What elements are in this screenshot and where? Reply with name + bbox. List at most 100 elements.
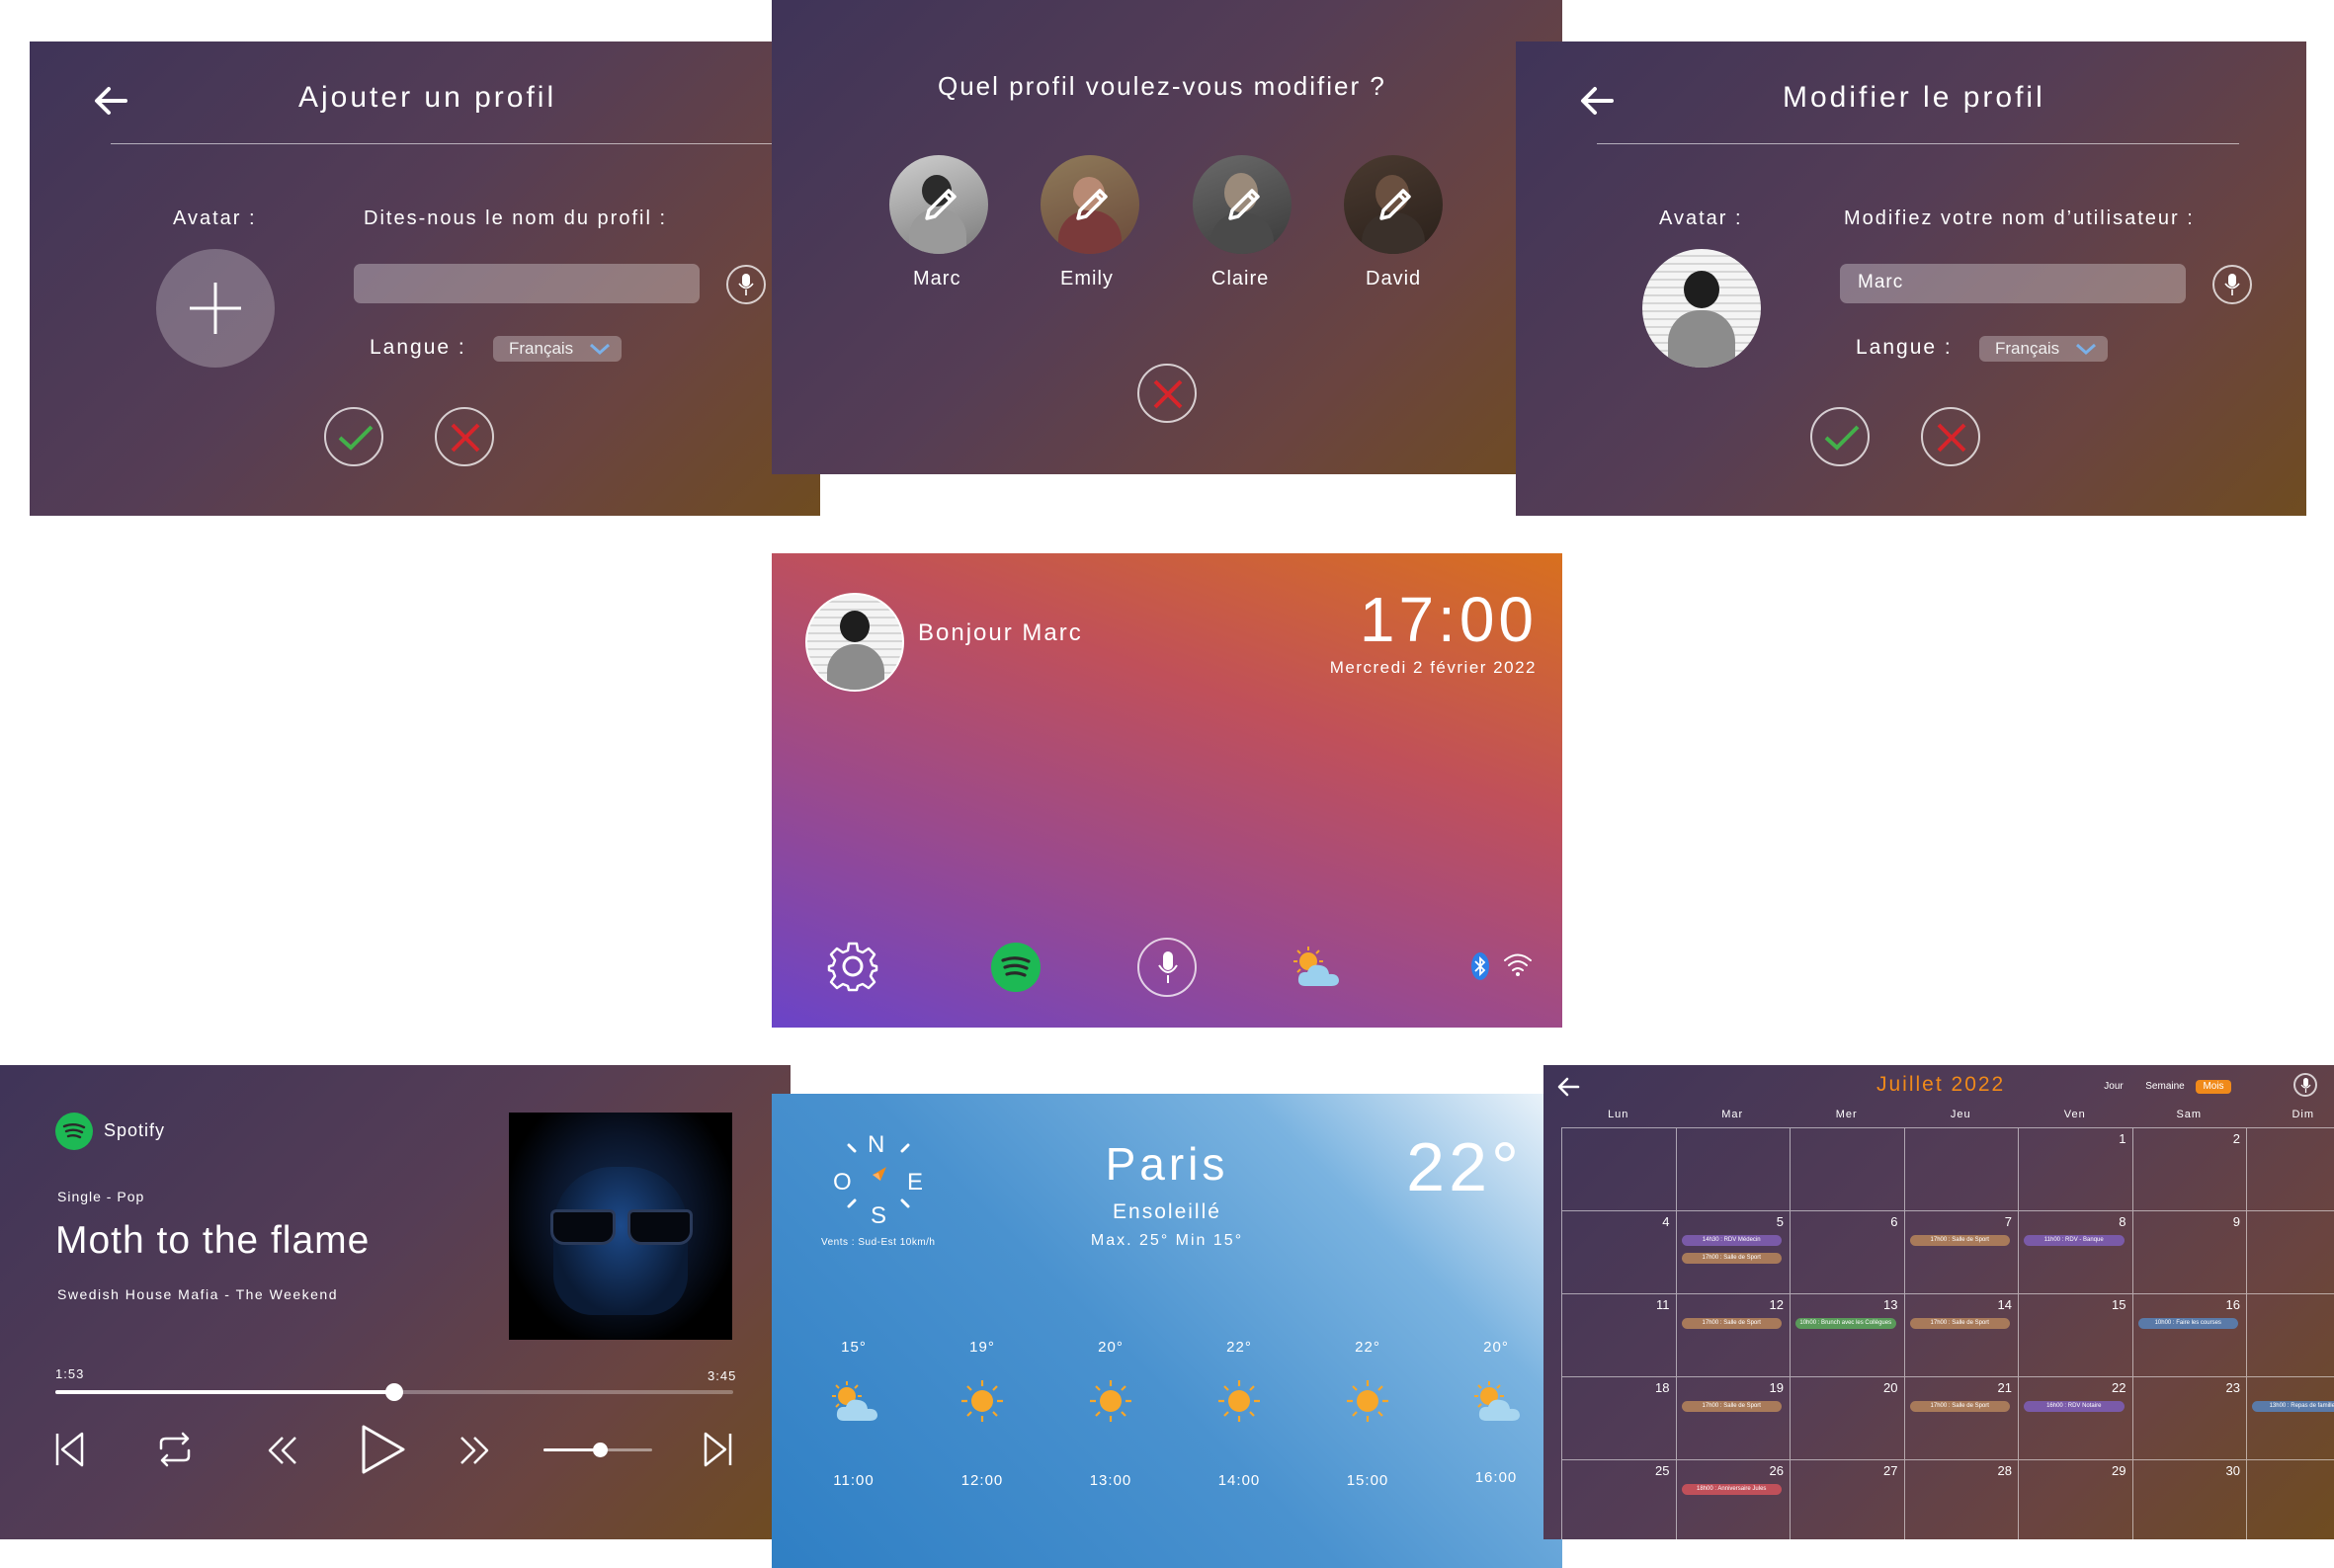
microphone-button[interactable] [2293,1073,2317,1097]
calendar-day[interactable]: 27 [1790,1459,1904,1539]
calendar-day[interactable]: 21 [1903,1376,2018,1459]
calendar-event[interactable]: 17h00 : Salle de Sport [1681,1318,1782,1329]
calendar-event[interactable]: 17h00 : Salle de Sport [1681,1401,1782,1412]
calendar-day[interactable]: 30 [2131,1459,2246,1539]
language-value: Français [509,339,574,358]
forecast-icon [938,1378,1027,1428]
play-icon[interactable] [361,1424,406,1475]
calendar-day[interactable]: 16 [2131,1293,2246,1376]
calendar-event[interactable]: 11h00 : RDV - Banque [2024,1235,2125,1246]
sun-icon [1090,1380,1131,1422]
avatar[interactable] [805,593,904,692]
repeat-icon[interactable] [156,1432,194,1467]
view-tab-semaine[interactable]: Semaine [2139,1080,2191,1094]
calendar-day[interactable]: 22 [2018,1376,2132,1459]
calendar-event[interactable]: 18h00 : Anniversaire Jules [1681,1484,1782,1495]
calendar-day[interactable]: 24 [2246,1376,2334,1459]
calendar-day[interactable]: 28 [1903,1459,2018,1539]
sun-cloud-icon [1474,1381,1520,1421]
calendar-event[interactable]: 17h00 : Salle de Sport [1681,1253,1782,1264]
calendar-day[interactable] [1561,1127,1676,1210]
calendar-event[interactable]: 10h00 : Brunch avec les Collègues [1795,1318,1896,1329]
calendar-day[interactable]: 19 [1675,1376,1790,1459]
calendar-day[interactable]: 12 [1675,1293,1790,1376]
profile-david[interactable]: David [1342,155,1445,293]
calendar-day[interactable]: 9 [2131,1210,2246,1293]
volume-handle[interactable] [593,1443,609,1457]
calendar-day[interactable]: 10 [2246,1210,2334,1293]
divider [111,143,783,144]
calendar-day[interactable]: 17 [2246,1293,2334,1376]
calendar-day[interactable] [1675,1127,1790,1210]
confirm-button[interactable] [324,407,383,466]
calendar-day[interactable]: 15 [2018,1293,2132,1376]
progress-handle[interactable] [385,1383,403,1401]
back-arrow-icon[interactable] [94,86,127,116]
confirm-button[interactable] [1810,407,1870,466]
profile-marc[interactable]: Marc [887,155,990,293]
spotify-button[interactable] [991,943,1041,992]
cancel-button[interactable] [435,407,494,466]
calendar-day[interactable]: 4 [1561,1210,1676,1293]
calendar-day[interactable]: 20 [1790,1376,1904,1459]
cancel-button[interactable] [1921,407,1980,466]
calendar-day[interactable]: 1 [2018,1127,2132,1210]
back-arrow-icon[interactable] [1557,1077,1580,1097]
day-number: 14 [1997,1297,2012,1312]
language-dropdown[interactable]: Français [493,336,622,362]
add-avatar-button[interactable] [156,249,275,368]
rewind-icon[interactable] [267,1436,298,1465]
calendar-day[interactable]: 18 [1561,1376,1676,1459]
calendar-day[interactable] [1790,1127,1904,1210]
calendar-title: Juillet 2022 [1876,1073,2006,1096]
progress-track[interactable] [55,1383,733,1401]
spotify-icon [1001,956,1031,977]
calendar-event[interactable]: 16h00 : RDV Notaire [2024,1401,2125,1412]
wifi-icon[interactable] [1503,952,1533,976]
microphone-button[interactable] [726,265,766,304]
microphone-button[interactable] [2212,265,2252,304]
calendar-day[interactable]: 14 [1903,1293,2018,1376]
weather-sun-cloud-icon[interactable] [1292,947,1343,988]
calendar-day[interactable]: 11 [1561,1293,1676,1376]
calendar-day[interactable] [1903,1127,2018,1210]
day-number: 25 [1655,1463,1670,1478]
calendar-event[interactable]: 17h00 : Salle de Sport [1909,1318,2010,1329]
calendar-day[interactable]: 26 [1675,1459,1790,1539]
calendar-event[interactable]: 10h00 : Faire les courses [2137,1318,2238,1329]
cancel-button[interactable] [1137,364,1197,423]
back-arrow-icon[interactable] [1580,86,1614,116]
profile-emily[interactable]: Emily [1039,155,1141,293]
calendar-day[interactable]: 23 [2131,1376,2246,1459]
name-input[interactable] [354,264,700,303]
language-dropdown[interactable]: Français [1979,336,2108,362]
calendar-day[interactable]: 29 [2018,1459,2132,1539]
voice-assistant-button[interactable] [1137,938,1197,997]
calendar-event[interactable]: 17h00 : Salle de Sport [1909,1401,2010,1412]
calendar-event[interactable]: 13h00 : Repas de famille [2252,1401,2334,1412]
calendar-day[interactable]: 6 [1790,1210,1904,1293]
volume-slider[interactable] [543,1443,652,1457]
calendar-day[interactable]: 2 [2131,1127,2246,1210]
previous-track-icon[interactable] [54,1432,84,1467]
calendar-day[interactable]: 31 [2246,1459,2334,1539]
calendar-day[interactable]: 5 [1675,1210,1790,1293]
settings-gear-icon[interactable] [827,941,878,992]
next-track-icon[interactable] [704,1432,733,1467]
view-tab-jour[interactable]: Jour [2099,1080,2128,1094]
fast-forward-icon[interactable] [458,1436,490,1465]
calendar-day[interactable]: 13 [1790,1293,1904,1376]
name-input[interactable]: Marc [1840,264,2186,303]
calendar-day[interactable]: 3 [2246,1127,2334,1210]
calendar-event[interactable]: 17h00 : Salle de Sport [1909,1235,2010,1246]
bluetooth-icon[interactable] [1471,952,1489,980]
select-profile-panel: Quel profil voulez-vous modifier ? Marc … [772,0,1562,474]
profile-claire[interactable]: Claire [1191,155,1293,293]
day-number: 1 [2119,1131,2126,1146]
view-tab-mois[interactable]: Mois [2196,1080,2231,1094]
calendar-day[interactable]: 7 [1903,1210,2018,1293]
calendar-day[interactable]: 25 [1561,1459,1676,1539]
avatar[interactable] [1642,249,1761,368]
calendar-event[interactable]: 14h30 : RDV Médecin [1681,1235,1782,1246]
calendar-day[interactable]: 8 [2018,1210,2132,1293]
